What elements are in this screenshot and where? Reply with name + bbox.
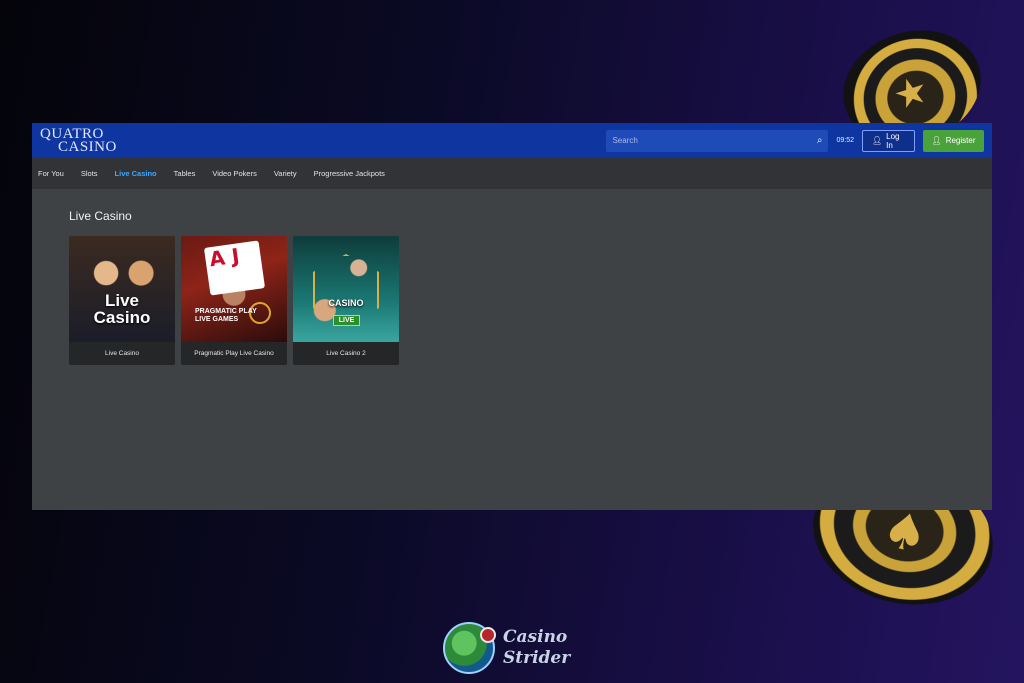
thumbnail-text-2: LIVE GAMES <box>195 316 239 323</box>
logo-line-2: CASINO <box>58 138 117 155</box>
search-input[interactable] <box>612 136 817 145</box>
clock-display: 09:52 <box>836 137 854 144</box>
search-box: ⌕ <box>606 129 829 152</box>
nav-item-tables[interactable]: Tables <box>174 169 206 178</box>
game-card-live-casino[interactable]: Live Casino Live Casino <box>69 236 175 365</box>
thumbnail-title: PRAGMATIC PLAY LIVE GAMES <box>195 308 257 324</box>
add-user-icon: 👤︎ <box>931 136 942 145</box>
nav-item-video-pokers[interactable]: Video Pokers <box>212 169 266 178</box>
star-icon: ★ <box>887 66 934 119</box>
casino-site-screenshot: QUATRO CASINO ⌕ 09:52 👤︎ Log In 👤︎ Regis… <box>32 123 992 510</box>
game-card-label: Pragmatic Play Live Casino <box>194 350 274 357</box>
game-card-label: Live Casino <box>105 350 139 357</box>
register-button[interactable]: 👤︎ Register <box>923 129 984 152</box>
thumbnail-title: Live Casino <box>69 292 175 326</box>
nav-item-progressive-jackpots[interactable]: Progressive Jackpots <box>314 169 395 178</box>
section-title: Live Casino <box>69 209 132 223</box>
register-label: Register <box>945 136 976 145</box>
thumbnail-text-1: CASINO <box>328 298 364 308</box>
casino-strider-logo: Casino Strider <box>443 622 570 674</box>
game-card-live-casino-2[interactable]: CASINO LIVE Live Casino 2 <box>293 236 399 365</box>
globe-icon <box>443 622 496 674</box>
login-button[interactable]: 👤︎ Log In <box>862 129 915 152</box>
brand-text: Casino Strider <box>503 627 570 669</box>
nav-item-live-casino[interactable]: Live Casino <box>115 169 167 178</box>
brand-line-2: Strider <box>503 648 571 668</box>
main-content: Live Casino Live Casino Live Casino A J … <box>32 189 992 385</box>
live-badge: LIVE <box>333 315 360 326</box>
playing-cards-art: A J <box>203 240 266 296</box>
nav-item-variety[interactable]: Variety <box>274 169 307 178</box>
nav-item-for-you[interactable]: For You <box>38 169 74 178</box>
user-icon: 👤︎ <box>872 136 883 145</box>
game-thumbnail: Live Casino <box>69 236 175 342</box>
site-logo[interactable]: QUATRO CASINO <box>40 126 117 155</box>
chip-icon <box>480 627 496 643</box>
game-thumbnail: CASINO LIVE <box>293 236 399 342</box>
nav-item-slots[interactable]: Slots <box>81 169 108 178</box>
top-bar: QUATRO CASINO ⌕ 09:52 👤︎ Log In 👤︎ Regis… <box>32 123 992 158</box>
login-label: Log In <box>886 131 900 150</box>
game-grid: Live Casino Live Casino A J PRAGMATIC PL… <box>69 236 955 365</box>
thumbnail-text-1: PRAGMATIC PLAY <box>195 308 257 315</box>
search-icon[interactable]: ⌕ <box>817 135 823 146</box>
game-thumbnail: A J PRAGMATIC PLAY LIVE GAMES <box>181 236 287 342</box>
thumbnail-text-2: Casino <box>93 308 151 327</box>
game-card-label: Live Casino 2 <box>326 350 366 357</box>
game-card-pragmatic-play-live-casino[interactable]: A J PRAGMATIC PLAY LIVE GAMES Pragmatic … <box>181 236 287 365</box>
brand-line-1: Casino <box>503 627 568 647</box>
category-nav: For You Slots Live Casino Tables Video P… <box>32 158 992 189</box>
